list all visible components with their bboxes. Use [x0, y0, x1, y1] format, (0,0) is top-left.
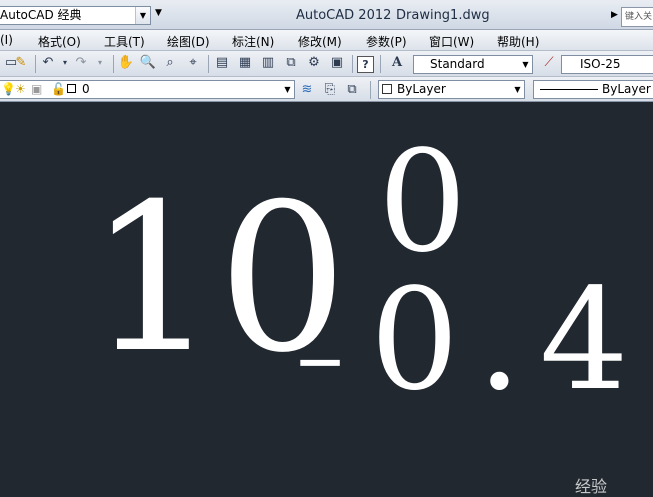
- layers-toolbar: 💡 ☀ ▣ 🔓 0 ▼ ≋ ⎘ ⧉ ByLayer ▼ ByLayer: [0, 77, 653, 102]
- layer-color-swatch: [67, 84, 76, 93]
- layer-select[interactable]: 💡 ☀ ▣ 🔓 0 ▼: [0, 80, 295, 99]
- sheet-set-manager-icon[interactable]: ⧉: [282, 54, 300, 72]
- text-style-select[interactable]: Standard ▼: [413, 55, 533, 74]
- chevron-down-icon[interactable]: ▼: [519, 56, 532, 73]
- zoom-window-icon[interactable]: ⌕: [161, 54, 179, 72]
- toolbar-separator: [352, 55, 353, 73]
- design-center-icon[interactable]: ▦: [236, 54, 254, 72]
- lower-tolerance-text: 0.4: [370, 259, 647, 422]
- color-swatch: [382, 84, 392, 94]
- upper-tolerance-text: 0: [378, 121, 468, 284]
- menu-item-modify[interactable]: 修改(M): [298, 33, 342, 50]
- lightbulb-on-icon: 💡: [1, 82, 16, 96]
- menu-item-insert[interactable]: (I): [0, 33, 13, 47]
- drawing-canvas[interactable]: 10 0 - 0.4 经验: [0, 103, 653, 496]
- help-icon[interactable]: ?: [357, 56, 374, 73]
- layer-previous-icon[interactable]: ⎘: [321, 81, 339, 99]
- viewport-freeze-icon: ▣: [31, 82, 43, 96]
- app-title: AutoCAD 2012: [296, 8, 392, 23]
- title-bar: AutoCAD 经典 ▼ ▼ AutoCAD 2012 Drawing1.dwg…: [0, 0, 653, 30]
- watermark-logo: 经验: [575, 477, 608, 496]
- menu-item-draw[interactable]: 绘图(D): [167, 33, 210, 50]
- menu-item-dimension[interactable]: 标注(N): [232, 33, 274, 50]
- unlock-icon: 🔓: [51, 82, 66, 96]
- make-object-layer-current-icon[interactable]: ≋: [298, 81, 316, 99]
- toolbar-separator: [208, 55, 209, 73]
- help-search-input[interactable]: 键入关: [621, 7, 653, 27]
- chevron-down-icon[interactable]: ▼: [511, 81, 524, 98]
- zoom-realtime-icon[interactable]: 🔍: [139, 54, 157, 72]
- menu-item-help[interactable]: 帮助(H): [497, 33, 539, 50]
- menu-item-window[interactable]: 窗口(W): [429, 33, 474, 50]
- toolbar-separator: [370, 81, 371, 99]
- toolbar-separator: [35, 55, 36, 73]
- dimension-style-icon[interactable]: ⟋: [540, 54, 558, 72]
- standard-toolbar: ▭ ✎ ↶ ▾ ↷ ▾ ✋ 🔍 ⌕ ⌖ ▤ ▦ ▥ ⧉ ⚙ ▣ ? A Stan…: [0, 51, 653, 77]
- toolbar-separator: [113, 55, 114, 73]
- text-style-icon[interactable]: A: [388, 54, 406, 72]
- markup-manager-icon[interactable]: ⚙: [305, 54, 323, 72]
- layer-state-manager-icon[interactable]: ⧉: [343, 81, 361, 99]
- toolbar-separator: [380, 55, 381, 73]
- color-value: ByLayer: [397, 82, 446, 96]
- sun-thaw-icon: ☀: [15, 82, 26, 96]
- menu-item-parametric[interactable]: 参数(P): [366, 33, 407, 50]
- properties-icon[interactable]: ▤: [213, 54, 231, 72]
- color-control-select[interactable]: ByLayer ▼: [378, 80, 525, 99]
- tolerance-minus-sign: -: [293, 266, 348, 440]
- dimension-style-select[interactable]: ISO-25: [561, 55, 653, 74]
- chevron-down-icon[interactable]: ▼: [135, 7, 150, 24]
- current-layer-name: 0: [82, 82, 90, 96]
- linetype-value: ByLayer: [602, 82, 651, 96]
- dimension-style-value: ISO-25: [580, 57, 621, 71]
- redo-icon[interactable]: ↷: [72, 54, 90, 72]
- menu-item-tools[interactable]: 工具(T): [104, 33, 145, 50]
- chevron-down-icon[interactable]: ▼: [281, 81, 294, 98]
- menu-item-format[interactable]: 格式(O): [38, 33, 81, 50]
- redo-dropdown-icon[interactable]: ▾: [91, 54, 109, 72]
- tool-palettes-icon[interactable]: ▥: [259, 54, 277, 72]
- zoom-previous-icon[interactable]: ⌖: [184, 54, 202, 72]
- linetype-preview-line: [540, 89, 598, 90]
- calculator-icon[interactable]: ▣: [328, 54, 346, 72]
- pan-hand-icon[interactable]: ✋: [117, 54, 135, 72]
- quick-access-dropdown-icon[interactable]: ▼: [155, 8, 162, 18]
- undo-icon[interactable]: ↶: [39, 54, 57, 72]
- match-properties-icon[interactable]: ✎: [12, 54, 30, 72]
- expand-arrow-icon[interactable]: ▶: [611, 10, 618, 20]
- linetype-control-select[interactable]: ByLayer: [533, 80, 653, 99]
- menu-bar: (I) 格式(O) 工具(T) 绘图(D) 标注(N) 修改(M) 参数(P) …: [0, 30, 653, 51]
- workspace-label: AutoCAD 经典: [0, 8, 82, 22]
- document-title: Drawing1.dwg: [396, 8, 490, 23]
- text-style-value: Standard: [430, 57, 485, 71]
- workspace-selector[interactable]: AutoCAD 经典 ▼: [0, 6, 151, 25]
